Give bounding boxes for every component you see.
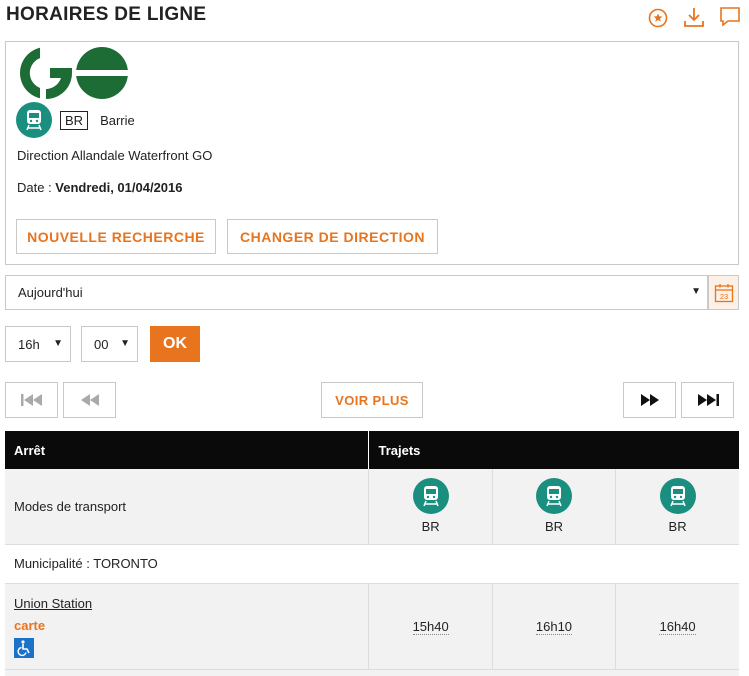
date-line: Date : Vendredi, 01/04/2016 <box>17 180 183 195</box>
ok-button[interactable]: OK <box>150 326 200 362</box>
calendar-icon: 23 <box>714 283 733 302</box>
header-actions <box>647 6 741 28</box>
departure-time: 15h40 <box>412 618 449 635</box>
modes-label: Modes de transport <box>5 469 370 545</box>
day-select-value: Aujourd'hui <box>18 285 83 300</box>
table-row-municipality: Municipalité : TORONTO <box>5 544 739 584</box>
stop-name-link[interactable]: Union Station <box>14 596 368 611</box>
trip-line-code: BR <box>544 519 563 535</box>
minute-value: 00 <box>94 336 109 352</box>
wheelchair-accessible-icon <box>14 637 34 658</box>
last-page-button[interactable] <box>681 382 734 418</box>
train-icon <box>535 478 572 515</box>
map-link[interactable]: carte <box>14 618 368 633</box>
download-icon[interactable] <box>683 6 705 28</box>
stop-cell: Union Station carte <box>5 583 370 670</box>
minute-select[interactable]: 00 ▼ <box>81 326 138 362</box>
calendar-day: 23 <box>719 292 727 301</box>
rewind-icon <box>80 394 99 406</box>
train-icon <box>16 102 52 138</box>
trip-mode-cell[interactable]: BR <box>368 469 493 545</box>
show-more-button[interactable]: VOIR PLUS <box>321 382 423 418</box>
column-header-trips: Trajets <box>368 431 739 469</box>
departure-time-cell[interactable]: 16h40 <box>615 583 739 670</box>
next-page-button[interactable] <box>623 382 676 418</box>
skip-to-start-icon <box>20 394 42 406</box>
date-label: Date : <box>17 180 56 195</box>
trip-line-code: BR <box>421 519 440 535</box>
hour-select[interactable]: 16h ▼ <box>5 326 71 362</box>
date-value: Vendredi, 01/04/2016 <box>55 180 183 195</box>
chevron-down-icon: ▼ <box>691 286 701 297</box>
line-identity: BR Barrie <box>16 102 135 138</box>
schedule-table: Arrêt Trajets Modes de transport BR BR B… <box>5 431 739 676</box>
calendar-button[interactable]: 23 <box>708 275 739 310</box>
departure-time: 16h40 <box>659 618 696 635</box>
trip-mode-cell[interactable]: BR <box>615 469 739 545</box>
trip-line-code: BR <box>668 519 687 535</box>
departure-time-cell[interactable]: 16h10 <box>492 583 617 670</box>
fast-forward-icon <box>640 394 659 406</box>
train-icon <box>412 478 449 515</box>
line-code-badge: BR <box>60 110 89 130</box>
new-search-button[interactable]: NOUVELLE RECHERCHE <box>16 219 216 254</box>
first-page-button[interactable] <box>5 382 58 418</box>
comment-icon[interactable] <box>719 6 741 28</box>
departure-time-cell[interactable]: 15h40 <box>368 583 493 670</box>
trip-mode-cell[interactable]: BR <box>492 469 617 545</box>
page-title: HORAIRES DE LIGNE <box>6 4 207 25</box>
line-name: Barrie <box>100 112 135 128</box>
table-row-modes: Modes de transport BR BR BR <box>5 469 739 545</box>
column-header-stop: Arrêt <box>5 431 370 469</box>
chevron-down-icon: ▼ <box>53 338 63 349</box>
train-icon <box>659 478 696 515</box>
direction-label: Direction Allandale Waterfront GO <box>17 148 213 163</box>
previous-page-button[interactable] <box>63 382 116 418</box>
favorite-star-icon[interactable] <box>647 6 669 28</box>
departure-time: 16h10 <box>535 618 573 635</box>
go-transit-logo <box>20 47 128 102</box>
chevron-down-icon: ▼ <box>120 338 130 349</box>
municipality-label: Municipalité : TORONTO <box>5 544 739 584</box>
change-direction-button[interactable]: CHANGER DE DIRECTION <box>227 219 438 254</box>
table-row-partial <box>5 669 739 676</box>
table-row: Union Station carte 15h40 16h10 16h40 <box>5 583 739 670</box>
hour-value: 16h <box>18 336 40 352</box>
route-info-panel: BR Barrie Direction Allandale Waterfront… <box>5 41 739 265</box>
day-select[interactable]: Aujourd'hui ▼ <box>5 275 708 310</box>
skip-to-end-icon <box>697 394 719 406</box>
